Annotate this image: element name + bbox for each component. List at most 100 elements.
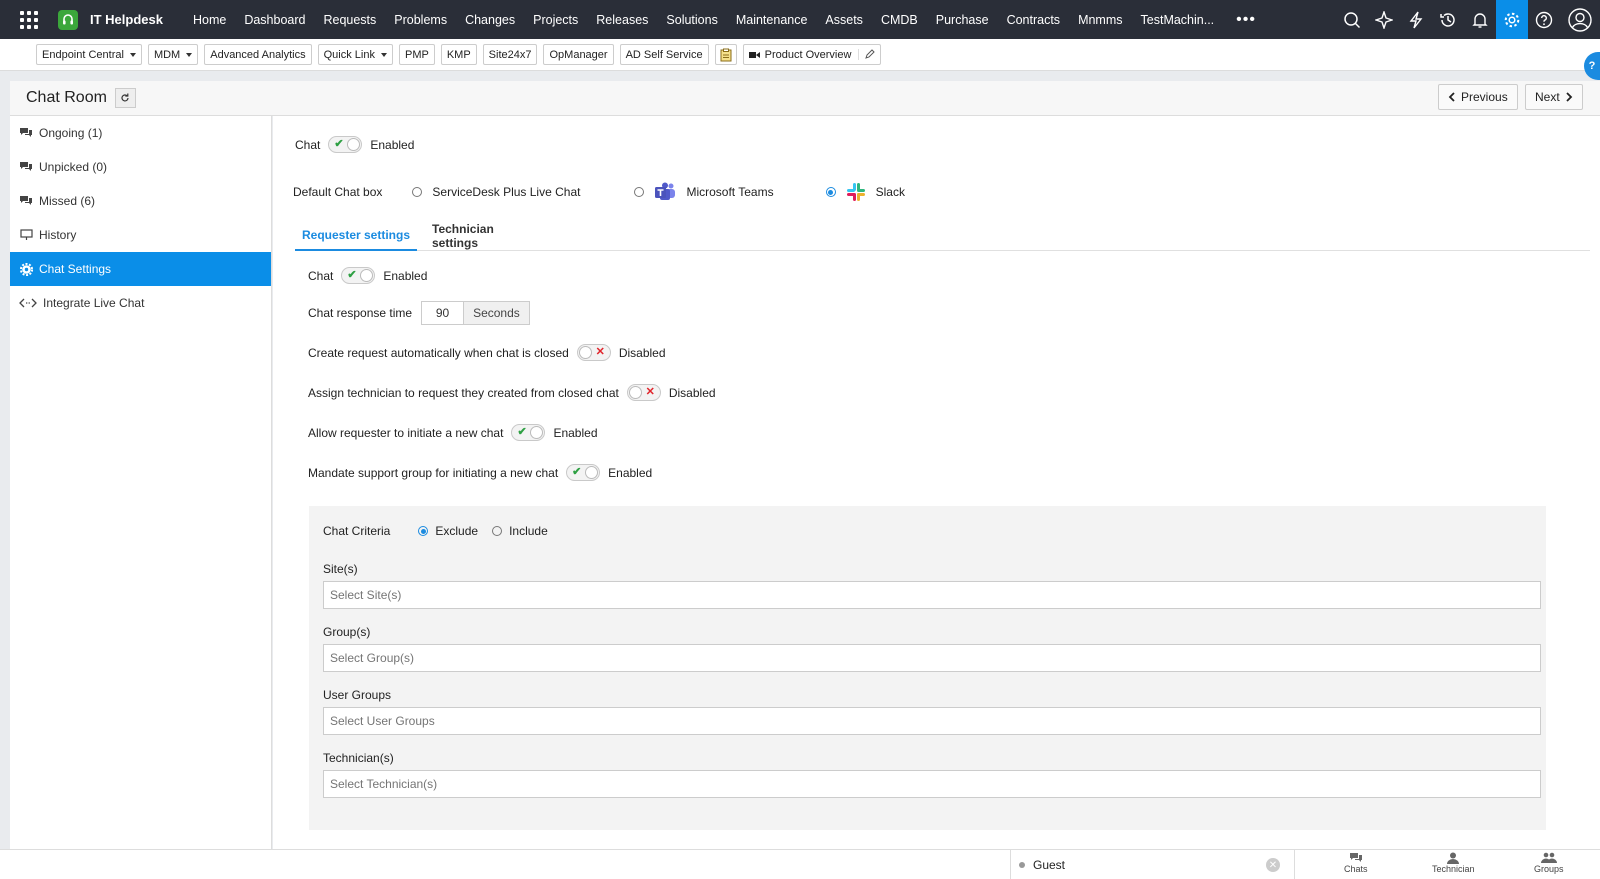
opmanager-link[interactable]: OpManager — [543, 44, 614, 65]
menu-requests[interactable]: Requests — [323, 13, 376, 27]
chats-button[interactable]: Chats — [1344, 852, 1368, 874]
chat-enable-row: Chat ✔ Enabled — [295, 136, 414, 153]
more-menu-button[interactable]: ••• — [1236, 11, 1256, 29]
check-icon: ✔ — [517, 426, 527, 438]
sites-input[interactable] — [323, 581, 1541, 609]
chat-settings-panel: Chat ✔ Enabled Default Chat box ServiceD… — [273, 116, 1600, 849]
quick-link-dropdown[interactable]: Quick Link — [317, 44, 393, 65]
menu-releases[interactable]: Releases — [596, 13, 648, 27]
user-avatar-icon[interactable] — [1560, 0, 1600, 39]
menu-dashboard[interactable]: Dashboard — [244, 13, 305, 27]
menu-purchase[interactable]: Purchase — [936, 13, 989, 27]
sidebar-item-integrate-live-chat[interactable]: Integrate Live Chat — [10, 286, 271, 320]
help-icon[interactable] — [1528, 0, 1560, 39]
x-icon: ✕ — [595, 346, 605, 358]
refresh-button[interactable] — [114, 88, 136, 108]
notes-button[interactable] — [714, 44, 737, 65]
tab-technician-settings[interactable]: Technician settings — [432, 221, 542, 251]
sidebar-item-unpicked[interactable]: Unpicked (0) — [10, 150, 271, 184]
chat-sidebar: Ongoing (1) Unpicked (0) Missed (6) Hist… — [10, 116, 272, 849]
bell-icon[interactable] — [1464, 0, 1496, 39]
radio-include[interactable] — [492, 526, 503, 536]
groups-button[interactable]: Groups — [1534, 852, 1564, 874]
menu-changes[interactable]: Changes — [465, 13, 515, 27]
kmp-link[interactable]: KMP — [440, 44, 477, 65]
mandate-group-label: Mandate support group for initiating a n… — [308, 465, 559, 480]
assign-tech-toggle[interactable]: ✕ — [626, 384, 661, 401]
chat-bottom-bar: Guest ✕ Chats Technician Groups — [0, 849, 1600, 879]
menu-maintenance[interactable]: Maintenance — [736, 13, 808, 27]
chevron-right-icon — [1566, 92, 1572, 102]
menu-mnmms[interactable]: Mnmms — [1078, 13, 1122, 27]
endpoint-central-dropdown[interactable]: Endpoint Central — [36, 44, 142, 65]
status-dot — [1019, 862, 1025, 868]
auto-request-status: Disabled — [618, 345, 666, 360]
product-overview-button[interactable]: Product Overview — [742, 44, 882, 65]
caret-down-icon — [380, 52, 387, 57]
site24x7-link[interactable]: Site24x7 — [482, 44, 538, 65]
user-groups-input[interactable] — [323, 707, 1541, 735]
app-launcher-button[interactable] — [0, 0, 58, 39]
menu-contracts[interactable]: Contracts — [1007, 13, 1061, 27]
close-icon[interactable]: ✕ — [1266, 858, 1280, 872]
ad-self-service-link[interactable]: AD Self Service — [619, 44, 709, 65]
technician-button[interactable]: Technician — [1432, 852, 1475, 874]
requester-chat-toggle[interactable]: ✔ — [341, 267, 376, 284]
requester-chat-label: Chat — [308, 268, 334, 283]
tab-requester-settings[interactable]: Requester settings — [295, 221, 417, 251]
check-icon: ✔ — [572, 466, 582, 478]
chat-bubbles-icon — [19, 126, 33, 140]
menu-testmachin[interactable]: TestMachin... — [1141, 13, 1215, 27]
radio-exclude[interactable] — [418, 526, 429, 536]
radio-slack[interactable] — [825, 187, 836, 197]
auto-request-toggle[interactable]: ✕ — [576, 344, 611, 361]
menu-projects[interactable]: Projects — [533, 13, 578, 27]
sidebar-item-ongoing[interactable]: Ongoing (1) — [10, 116, 271, 150]
lightning-icon[interactable] — [1400, 0, 1432, 39]
radio-microsoft-teams[interactable] — [634, 187, 645, 197]
advanced-analytics-link[interactable]: Advanced Analytics — [204, 44, 312, 65]
allow-new-chat-status: Enabled — [553, 425, 598, 440]
app-name[interactable]: IT Helpdesk — [90, 12, 163, 27]
chat-toggle[interactable]: ✔ — [328, 136, 363, 153]
slack-icon — [846, 182, 866, 202]
menu-home[interactable]: Home — [193, 13, 226, 27]
sidebar-item-chat-settings[interactable]: Chat Settings — [10, 252, 271, 286]
include-label: Include — [509, 524, 548, 538]
history-icon[interactable] — [1432, 0, 1464, 39]
chat-criteria-row: Chat Criteria Exclude Include — [323, 524, 548, 538]
groups-input[interactable] — [323, 644, 1541, 672]
allow-new-chat-label: Allow requester to initiate a new chat — [308, 425, 504, 440]
settings-tabs: Requester settings Technician settings — [295, 221, 1590, 251]
gear-icon[interactable] — [1496, 0, 1528, 39]
mdm-dropdown[interactable]: MDM — [147, 44, 199, 65]
radio-servicedesk-live-chat[interactable] — [412, 187, 423, 197]
guest-chat-tab[interactable]: Guest ✕ — [1010, 850, 1295, 879]
servicedesk-live-chat-label: ServiceDesk Plus Live Chat — [432, 185, 581, 199]
sidebar-item-missed[interactable]: Missed (6) — [10, 184, 271, 218]
help-side-tab[interactable]: ? — [1584, 52, 1600, 80]
technicians-input[interactable] — [323, 770, 1541, 798]
technicians-label: Technician(s) — [323, 751, 394, 765]
next-button[interactable]: Next — [1525, 84, 1583, 110]
menu-problems[interactable]: Problems — [394, 13, 447, 27]
chat-criteria-panel: Chat Criteria Exclude Include Site(s) Gr… — [309, 506, 1546, 830]
menu-assets[interactable]: Assets — [825, 13, 863, 27]
microsoft-teams-label: Microsoft Teams — [686, 185, 774, 199]
chat-bubbles-icon — [19, 194, 33, 208]
monitor-icon — [19, 228, 33, 242]
response-time-input[interactable] — [421, 301, 465, 325]
previous-button[interactable]: Previous — [1438, 84, 1518, 110]
menu-solutions[interactable]: Solutions — [666, 13, 717, 27]
edit-icon[interactable] — [858, 49, 876, 60]
sparkle-icon[interactable] — [1368, 0, 1400, 39]
top-navigation-bar: IT Helpdesk Home Dashboard Requests Prob… — [0, 0, 1600, 39]
sidebar-item-history[interactable]: History — [10, 218, 271, 252]
mandate-group-toggle[interactable]: ✔ — [566, 464, 601, 481]
menu-cmdb[interactable]: CMDB — [881, 13, 918, 27]
response-time-label: Chat response time — [308, 306, 413, 320]
search-icon[interactable] — [1336, 0, 1368, 39]
pmp-link[interactable]: PMP — [398, 44, 435, 65]
chat-criteria-label: Chat Criteria — [323, 524, 391, 538]
allow-new-chat-toggle[interactable]: ✔ — [511, 424, 546, 441]
